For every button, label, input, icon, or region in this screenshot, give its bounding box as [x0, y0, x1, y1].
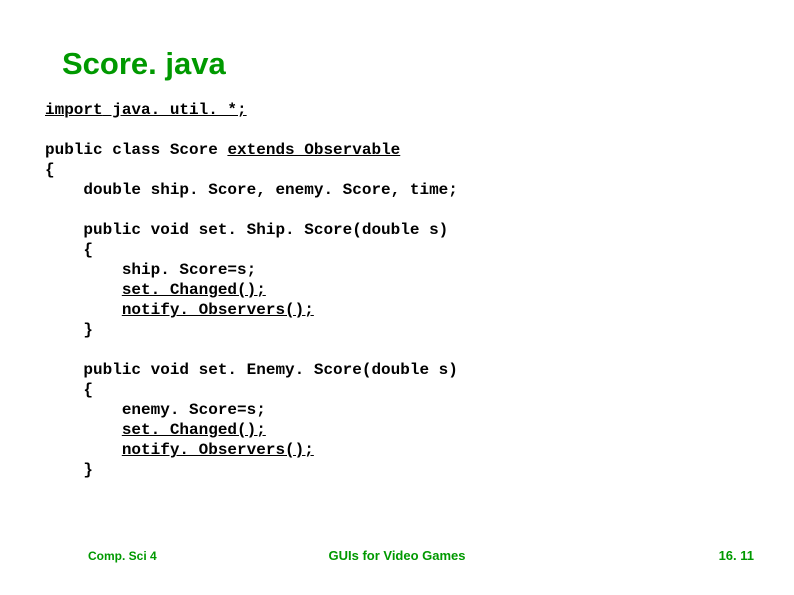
code-notifyobservers: notify. Observers(); — [122, 301, 314, 319]
code-import-target: java. util. *; — [103, 101, 247, 119]
code-indent — [45, 301, 122, 319]
slide-title: Score. java — [62, 46, 226, 82]
code-method2-body1: enemy. Score=s; — [45, 401, 266, 419]
code-class-decl: public class Score — [45, 141, 227, 159]
code-method2-close: } — [45, 461, 93, 479]
code-indent — [45, 421, 122, 439]
code-block: import java. util. *; public class Score… — [45, 100, 458, 480]
code-extends: extends Observable — [227, 141, 400, 159]
code-method1-open: { — [45, 241, 93, 259]
code-notifyobservers: notify. Observers(); — [122, 441, 314, 459]
code-method1-sig: public void set. Ship. Score(double s) — [45, 221, 448, 239]
code-indent — [45, 281, 122, 299]
code-method2-sig: public void set. Enemy. Score(double s) — [45, 361, 458, 379]
code-indent — [45, 441, 122, 459]
slide: Score. java import java. util. *; public… — [0, 0, 794, 595]
code-setchanged: set. Changed(); — [122, 281, 266, 299]
code-brace-open: { — [45, 161, 55, 179]
code-method1-body1: ship. Score=s; — [45, 261, 256, 279]
code-method2-open: { — [45, 381, 93, 399]
code-keyword-import: import — [45, 101, 103, 119]
code-fields: double ship. Score, enemy. Score, time; — [45, 181, 458, 199]
code-method1-close: } — [45, 321, 93, 339]
footer-right: 16. 11 — [719, 548, 754, 563]
code-setchanged: set. Changed(); — [122, 421, 266, 439]
footer-center: GUIs for Video Games — [0, 548, 794, 563]
